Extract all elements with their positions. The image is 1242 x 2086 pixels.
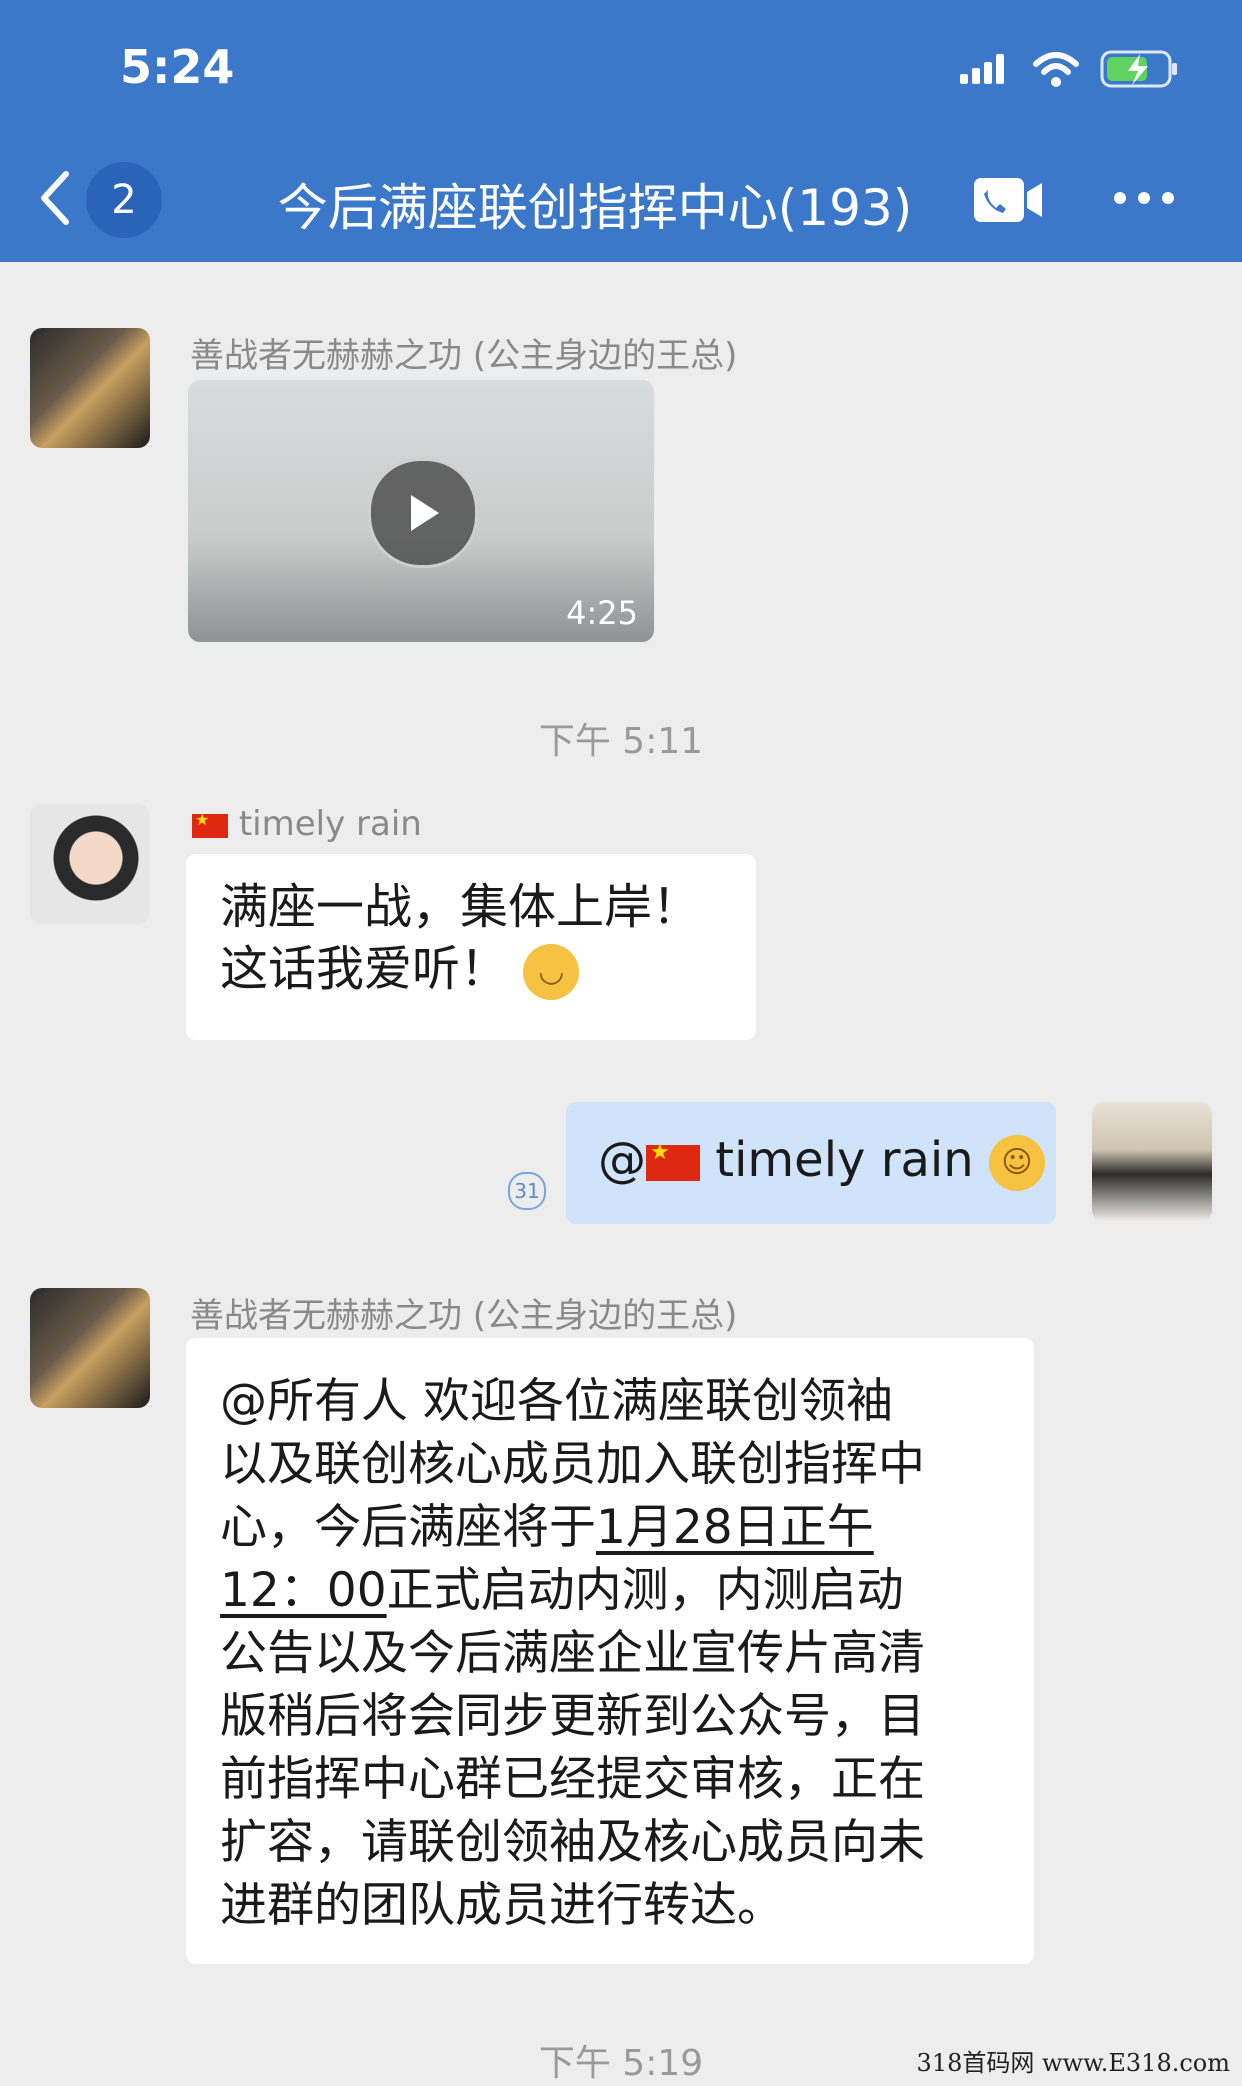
grinning-emoji-icon: ☺: [988, 1135, 1045, 1191]
message-text-line: 心，今后满座将于1月28日正午: [220, 1500, 874, 1555]
date-link[interactable]: 1月28日正午: [596, 1500, 874, 1555]
message-text-line: 这话我爱听！ ◡: [220, 938, 722, 1000]
sender-name: 善战者无赫赫之功 (公主身边的王总): [190, 1296, 738, 1336]
wifi-icon: [1033, 52, 1079, 87]
mention-name: timely rain: [715, 1132, 974, 1188]
unread-count-badge[interactable]: 2: [86, 162, 162, 238]
announcement-bubble[interactable]: @所有人 欢迎各位满座联创领袖 以及联创核心成员加入联创指挥中 心，今后满座将于…: [186, 1338, 1034, 1964]
my-avatar[interactable]: [1092, 1102, 1212, 1222]
sender-name: 善战者无赫赫之功 (公主身边的王总): [190, 336, 738, 376]
video-message[interactable]: 4:25: [188, 380, 654, 642]
message-text-line: @所有人 欢迎各位满座联创领袖: [220, 1374, 893, 1429]
message-text-line: 以及联创核心成员加入联创指挥中: [220, 1437, 925, 1492]
mention-symbol: @: [598, 1132, 646, 1188]
back-arrow-icon[interactable]: [36, 168, 76, 228]
message-timestamp: 下午 5:11: [538, 721, 704, 762]
message-bubble[interactable]: @ timely rain ☺: [566, 1102, 1056, 1224]
china-flag-icon: [192, 810, 228, 838]
laughing-tears-emoji-icon: ◡: [523, 944, 580, 1000]
avatar[interactable]: [30, 328, 150, 448]
status-time: 5:24: [120, 40, 235, 94]
chat-header: 5:24 2 今后满座联创指挥中心(193): [0, 0, 1242, 262]
avatar[interactable]: [30, 804, 150, 924]
sender-name: timely rain: [192, 804, 422, 844]
message-text-line: 满座一战，集体上岸！: [220, 879, 701, 935]
message-text-line: 版稍后将会同步更新到公众号，目: [220, 1689, 925, 1744]
message-text-line: 进群的团队成员进行转达。: [220, 1878, 784, 1933]
china-flag-icon: [646, 1140, 700, 1181]
watermark: 318首码网 www.E318.com: [916, 2049, 1230, 2077]
chat-title: 今后满座联创指挥中心(193): [277, 179, 913, 237]
video-duration: 4:25: [566, 594, 638, 632]
message-text-line: 公告以及今后满座企业宣传片高清: [220, 1626, 925, 1681]
more-options-icon[interactable]: [1112, 190, 1176, 206]
message-text-line: 12：00正式启动内测，内测启动: [220, 1563, 904, 1618]
video-call-icon[interactable]: [972, 174, 1044, 226]
message-text-line: 前指挥中心群已经提交审核，正在: [220, 1752, 925, 1807]
avatar[interactable]: [30, 1288, 150, 1408]
message-text-line: 扩容，请联创领袖及核心成员向未: [220, 1815, 925, 1870]
cellular-signal-icon: [960, 54, 1004, 84]
time-link[interactable]: 12：00: [220, 1563, 387, 1618]
message-bubble[interactable]: 满座一战，集体上岸！ 这话我爱听！ ◡: [186, 854, 756, 1040]
battery-charging-icon: [1100, 50, 1177, 88]
read-count[interactable]: 31: [508, 1172, 546, 1210]
play-icon[interactable]: [368, 458, 478, 568]
sender-name-text: timely rain: [238, 804, 422, 844]
